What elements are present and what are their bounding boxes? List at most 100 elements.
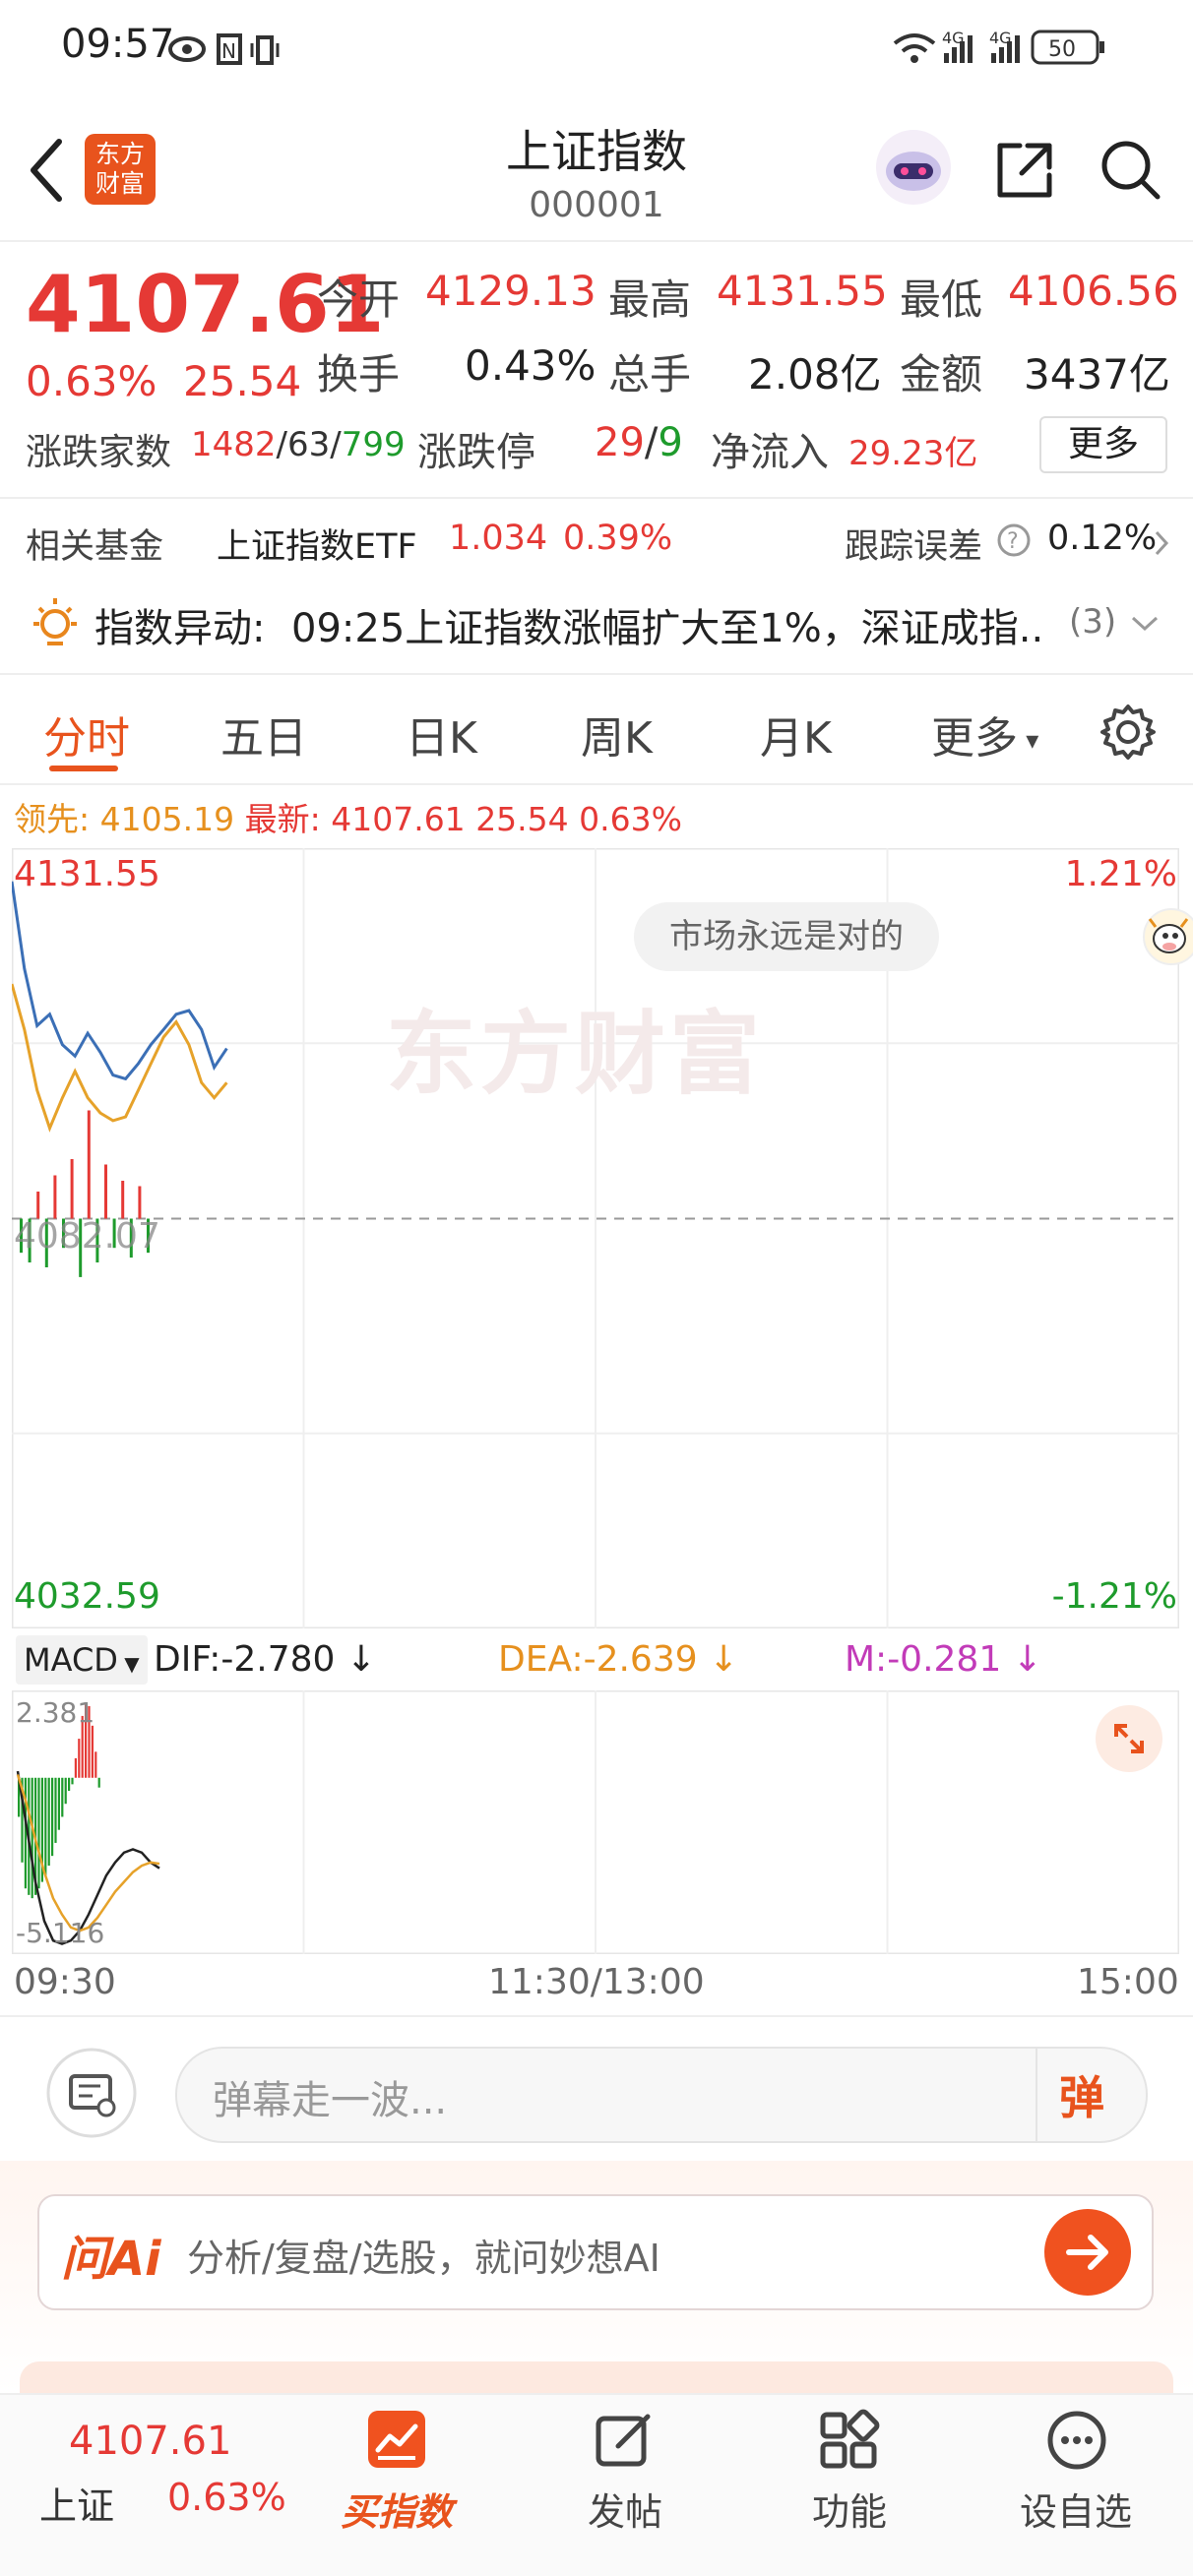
robot-assistant-icon[interactable]	[874, 128, 953, 207]
alert-count: (3)	[1069, 602, 1117, 642]
brand-logo: 东方财富	[85, 134, 156, 205]
bottom-nav: 4107.61 上证 0.63% 买指数 发帖 功能 设自选	[0, 2393, 1193, 2576]
macd-histogram-bar	[64, 1777, 67, 1805]
ai-ask-bar[interactable]: 问Ai 分析/复盘/选股，就问妙想AI	[37, 2194, 1154, 2310]
chevron-right-icon	[1155, 530, 1169, 556]
status-icons-left: N	[168, 33, 280, 65]
tab-monthly-k[interactable]: 月K	[760, 703, 832, 766]
quote-panel: 4107.61 0.63% 25.54 今开 4129.13 最高 4131.5…	[0, 241, 1193, 497]
ai-send-arrow-icon[interactable]	[1043, 2208, 1132, 2297]
amount-value: 3437亿	[1024, 350, 1170, 399]
nav-index-price[interactable]: 4107.61	[69, 2419, 231, 2464]
ai-section: 问Ai 分析/复盘/选股，就问妙想AI	[0, 2161, 1193, 2401]
turnover-value: 0.43%	[465, 341, 596, 390]
fund-name[interactable]: 上证指数ETF	[217, 519, 417, 569]
indicator-selector[interactable]: MACD ▼	[16, 1635, 148, 1685]
nav-buy-index[interactable]: 买指数	[323, 2482, 471, 2536]
macd-chart-svg	[12, 1690, 1179, 1954]
danmu-settings-icon[interactable]	[45, 2047, 138, 2139]
price-series-line	[12, 881, 228, 1081]
volume-bar-up	[104, 1164, 107, 1219]
alert-label: 指数异动:	[94, 606, 266, 651]
volume-bar-up	[70, 1159, 74, 1219]
nav-index-pct[interactable]: 0.63%	[167, 2476, 286, 2519]
tab-weekly-k[interactable]: 周K	[581, 703, 653, 766]
lightbulb-icon	[33, 598, 77, 645]
nav-add-watchlist[interactable]: 设自选	[1002, 2482, 1150, 2536]
tab-intraday[interactable]: 分时	[43, 703, 130, 766]
danmu-placeholder: 弹幕走一波...	[213, 2078, 448, 2123]
status-time: 09:57	[61, 22, 175, 67]
macd-histogram-bar	[44, 1777, 47, 1876]
high-value: 4131.55	[717, 267, 888, 315]
back-icon[interactable]	[28, 136, 67, 205]
svg-text:50: 50	[1048, 37, 1076, 62]
macd-header: MACD ▼ DIF:-2.780 ↓ DEA:-2.639 ↓ M:-0.28…	[12, 1631, 1179, 1690]
ai-logo: 问Ai	[61, 2232, 161, 2287]
latest-change: 25.54	[475, 800, 569, 838]
macd-y-bottom-label: -5.116	[16, 1917, 105, 1949]
macd-histogram-bar	[57, 1777, 60, 1830]
low-value: 4106.56	[1008, 267, 1179, 315]
fund-row-label: 相关基金	[26, 527, 164, 567]
volume-bar-up	[121, 1181, 125, 1219]
macd-histogram-bar	[61, 1777, 64, 1817]
tracking-error-value: 0.12%	[1047, 519, 1158, 558]
settings-gear-icon[interactable]	[1099, 703, 1158, 762]
latest-pct: 0.63%	[579, 800, 683, 838]
macd-histogram-bar	[97, 1777, 100, 1788]
fund-change: 0.39%	[563, 519, 673, 558]
inflow-value: 29.23亿	[848, 434, 978, 473]
functions-grid-icon[interactable]	[817, 2409, 880, 2472]
mascot-cow-icon[interactable]	[1140, 905, 1193, 966]
tabs-divider	[0, 783, 1193, 785]
volume-value: 2.08亿	[748, 350, 882, 399]
buy-index-icon[interactable]	[366, 2409, 427, 2470]
status-icons-right: 4G 4G 50	[893, 29, 1104, 65]
high-label: 最高	[608, 276, 692, 324]
watchlist-dots-icon[interactable]	[1045, 2409, 1108, 2472]
macd-histogram-bar	[51, 1777, 54, 1857]
svg-text:N: N	[221, 39, 236, 63]
y-top-pct: 1.21%	[1064, 854, 1177, 894]
turnover-label: 换手	[317, 350, 401, 399]
macd-chart[interactable]: 2.381 -5.116	[12, 1690, 1179, 1954]
danmu-send-button[interactable]: 弹	[1059, 2062, 1104, 2127]
status-bar: 09:57 N 4G 4G 50	[0, 0, 1193, 98]
lead-label: 领先:	[14, 800, 91, 838]
y-top-label: 4131.55	[14, 854, 160, 894]
ai-placeholder: 分析/复盘/选股，就问妙想AI	[187, 2237, 660, 2280]
help-icon[interactable]: ?	[996, 522, 1032, 558]
volume-bar-up	[138, 1186, 142, 1219]
volume-label: 总手	[608, 350, 692, 399]
tab-more[interactable]: 更多 ▾	[931, 703, 1038, 766]
share-icon[interactable]	[992, 138, 1057, 203]
stock-code: 000001	[529, 185, 664, 225]
danmu-input[interactable]: 弹幕走一波... 弹	[175, 2047, 1148, 2143]
more-button[interactable]: 更多	[1039, 416, 1167, 473]
slogan-pill: 市场永远是对的	[634, 902, 939, 971]
change-percent: 0.63%	[26, 357, 157, 405]
nav-index-name[interactable]: 上证	[39, 2476, 114, 2530]
index-alert-row[interactable]: 指数异动: 09:25上证指数涨幅扩大至1%，深证成指... (3)	[0, 581, 1193, 659]
expand-icon[interactable]	[1095, 1704, 1163, 1773]
y-mid-overlay-label: 4082.07	[14, 1216, 160, 1257]
page-title: 上证指数	[506, 125, 687, 178]
volume-bar-up	[87, 1110, 91, 1219]
chart-tabs: 分时 五日 日K 周K 月K 更多 ▾	[0, 675, 1193, 783]
related-fund-row[interactable]: 相关基金 上证指数ETF 1.034 0.39% 跟踪误差 ? 0.12%	[0, 499, 1193, 578]
nav-functions[interactable]: 功能	[776, 2482, 923, 2536]
intraday-chart[interactable]: 东方财富 市场永远是对的 4131.55 1.21% 4082.07 4032.…	[12, 848, 1193, 1628]
limit-label: 涨跌停	[417, 430, 535, 475]
y-bottom-label: 4032.59	[14, 1576, 160, 1617]
tab-five-day[interactable]: 五日	[220, 703, 307, 766]
macd-histogram-bar	[37, 1777, 40, 1889]
tab-daily-k[interactable]: 日K	[406, 703, 477, 766]
macd-histogram-bar	[78, 1739, 81, 1778]
post-edit-icon[interactable]	[593, 2409, 656, 2472]
nav-post[interactable]: 发帖	[551, 2482, 699, 2536]
breadth-values: 1482/63/799	[191, 425, 406, 464]
dea-label: DEA:-2.639 ↓	[498, 1639, 739, 1680]
x-tick-end: 15:00	[1077, 1962, 1179, 2002]
search-icon[interactable]	[1099, 138, 1163, 203]
